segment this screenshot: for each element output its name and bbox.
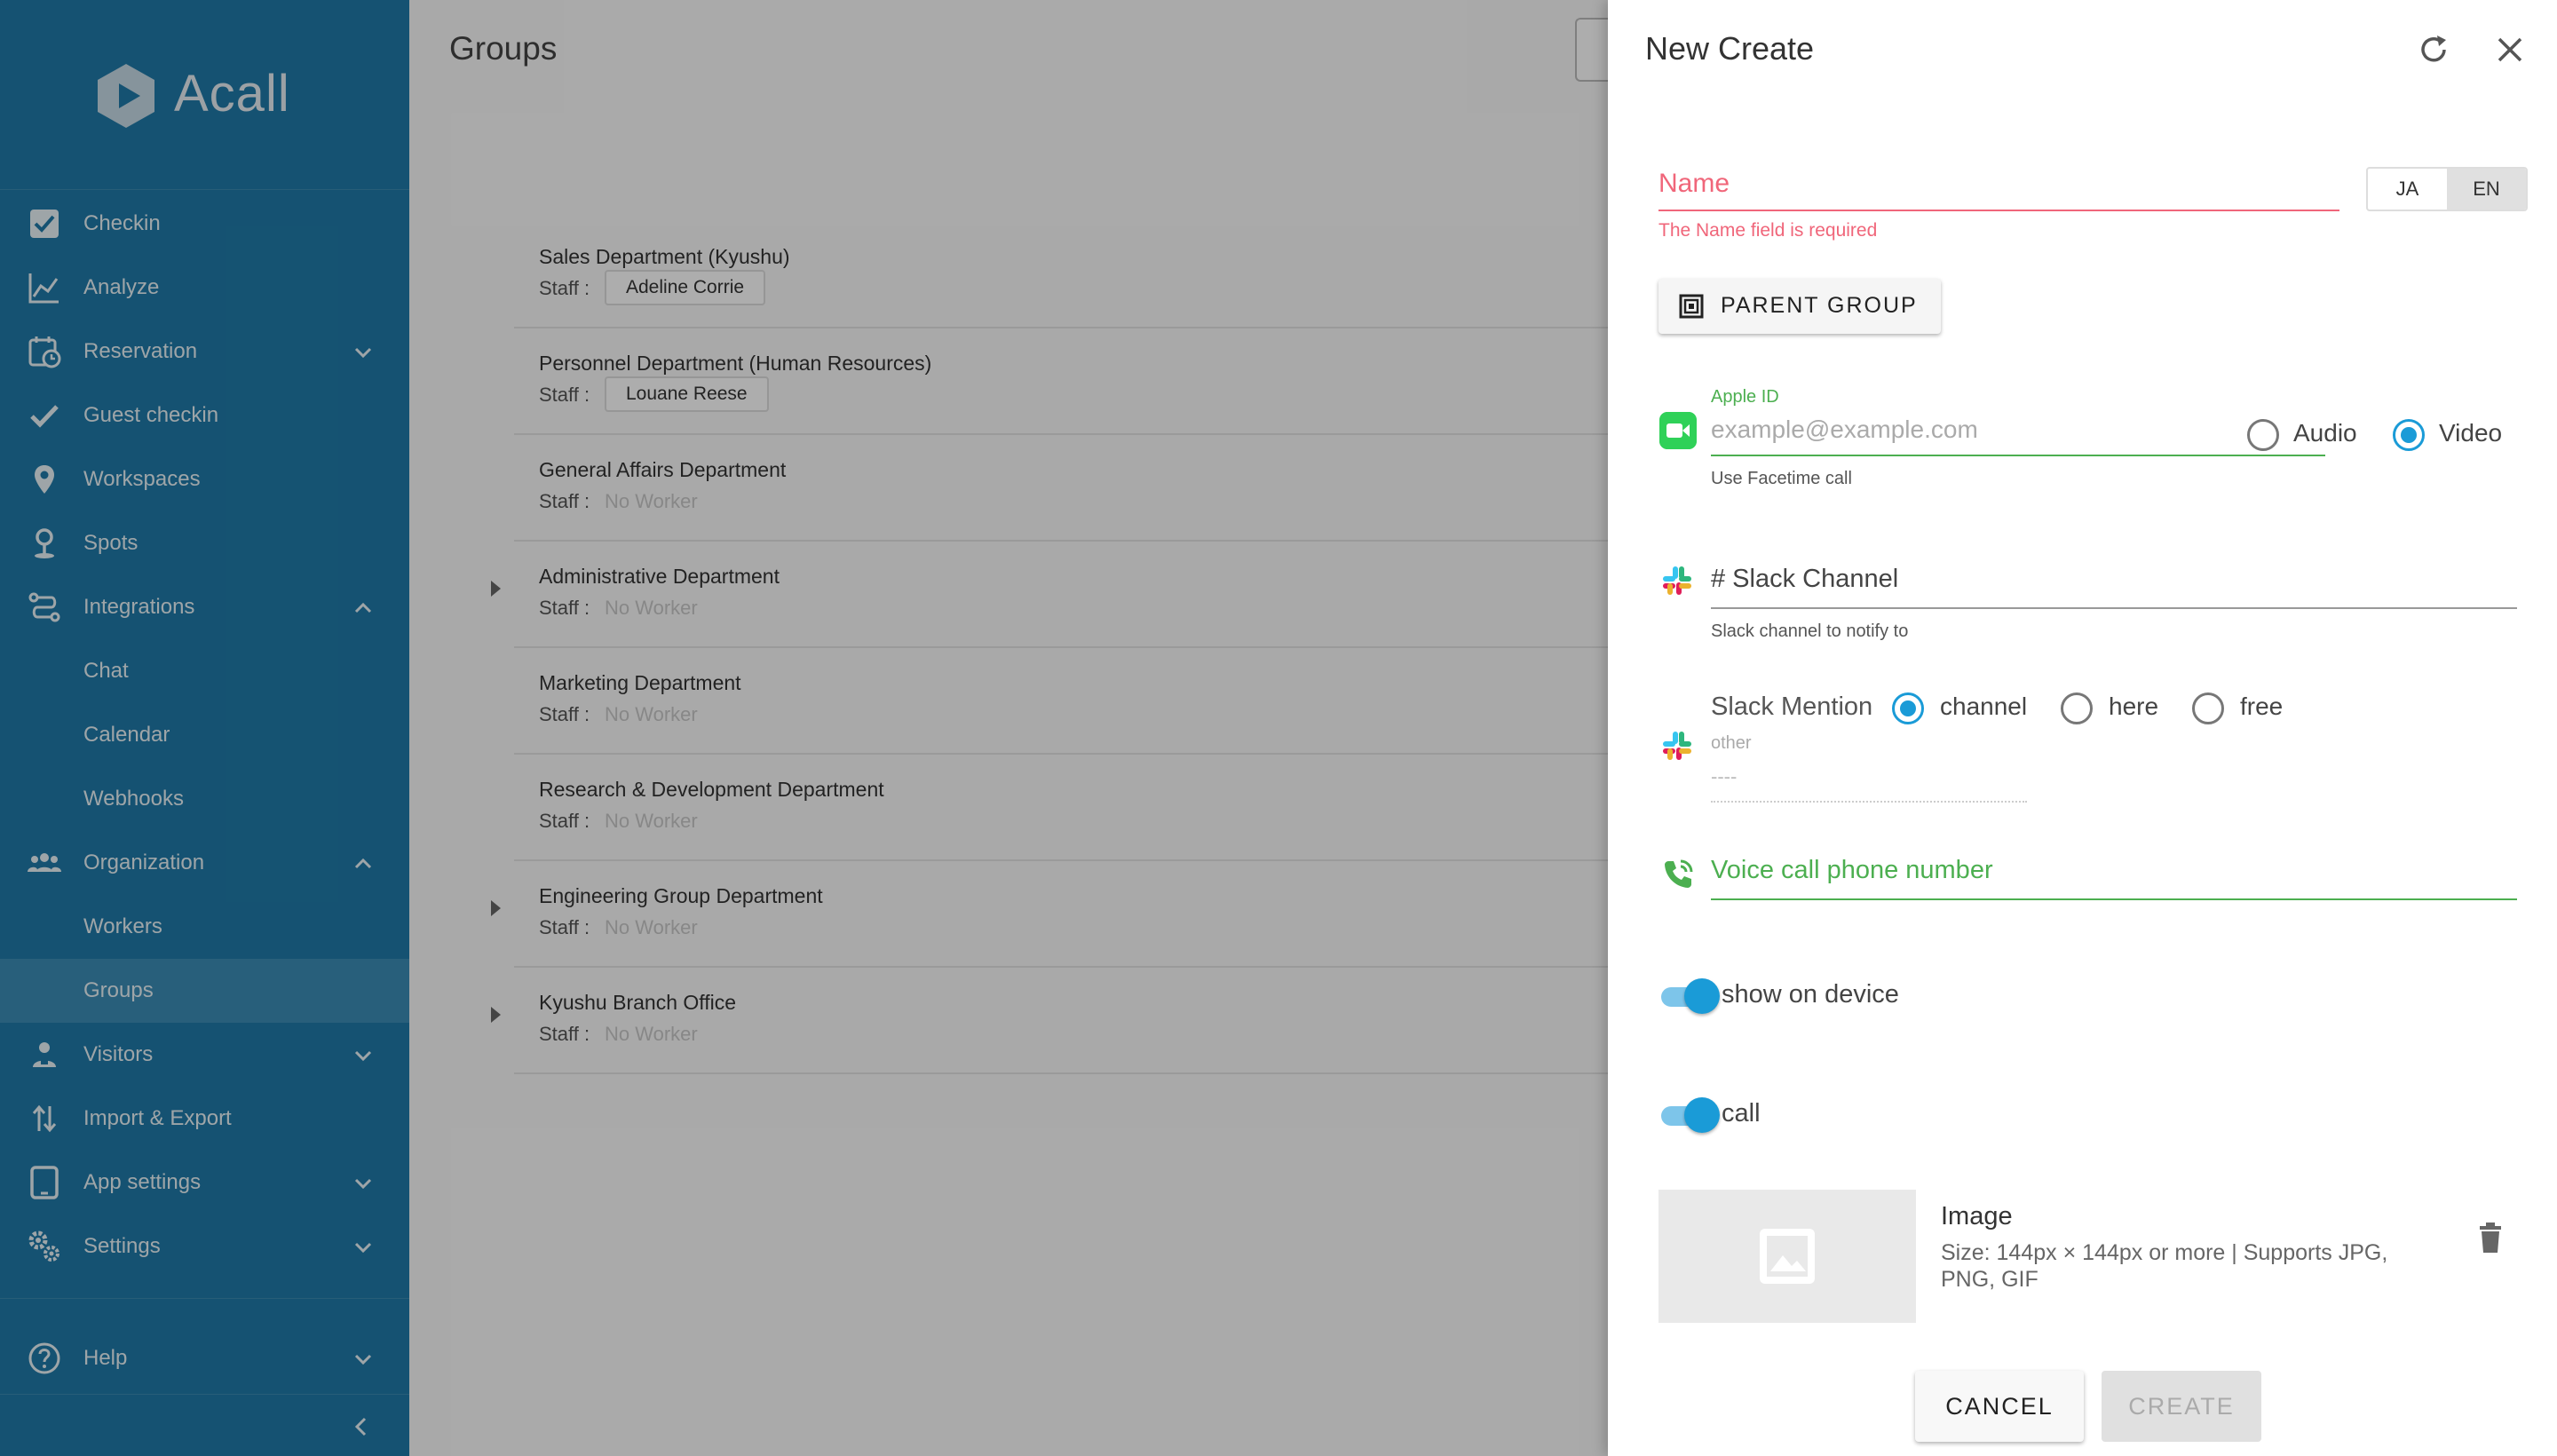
voice-phone-label: Voice call phone number (1711, 856, 1993, 884)
parent-group-label: PARENT GROUP (1721, 293, 1918, 318)
modal-backdrop[interactable] (0, 0, 1608, 1456)
image-placeholder-icon (1760, 1229, 1815, 1284)
show-on-device-label: show on device (1722, 980, 1899, 1009)
lang-option-ja[interactable]: JA (2368, 169, 2447, 210)
mention-channel-label[interactable]: channel (1940, 692, 2027, 721)
mention-free-label[interactable]: free (2240, 692, 2283, 721)
video-radio-label[interactable]: Video (2439, 419, 2502, 447)
mention-other-label: other (1711, 733, 1752, 753)
audio-radio-label[interactable]: Audio (2293, 419, 2357, 447)
parent-group-button[interactable]: PARENT GROUP (1658, 279, 1941, 334)
name-label: Name (1658, 169, 1730, 198)
mention-other-field[interactable]: ---- (1711, 765, 2027, 803)
lang-option-en[interactable]: EN (2447, 169, 2526, 210)
mention-here-radio[interactable] (2061, 692, 2093, 724)
slack-channel-input[interactable]: # Slack Channel (1711, 565, 1898, 594)
slack-icon (1663, 566, 1691, 595)
mention-channel-radio[interactable] (1892, 692, 1924, 724)
drawer-title: New Create (1645, 30, 1815, 67)
mention-other-value: ---- (1711, 765, 1738, 787)
apple-id-label: Apple ID (1711, 387, 1779, 407)
apple-id-input[interactable] (1711, 415, 2323, 444)
new-create-drawer: New Create Name The Name field is requir… (1608, 0, 2557, 1456)
switch-thumb (1684, 1097, 1720, 1133)
group-select-icon (1679, 294, 1704, 319)
apple-id-field (1711, 412, 2325, 456)
slack-channel-hint: Slack channel to notify to (1711, 621, 1909, 641)
image-description: Size: 144px × 144px or more | Supports J… (1941, 1240, 2388, 1292)
facetime-icon (1659, 412, 1697, 449)
slack-mention-label: Slack Mention (1711, 692, 1873, 721)
language-toggle: JA EN (2366, 167, 2528, 211)
refresh-icon[interactable] (2416, 32, 2451, 67)
name-field[interactable]: Name (1658, 165, 2339, 211)
slack-icon (1663, 732, 1691, 760)
image-title: Image (1941, 1202, 2013, 1230)
video-radio[interactable] (2393, 419, 2425, 451)
mention-free-radio[interactable] (2192, 692, 2224, 724)
audio-radio[interactable] (2247, 419, 2279, 451)
image-upload-area[interactable] (1658, 1190, 1916, 1323)
trash-icon[interactable] (2476, 1222, 2505, 1254)
close-icon[interactable] (2494, 34, 2526, 66)
name-error-text: The Name field is required (1658, 220, 1878, 241)
apple-id-hint: Use Facetime call (1711, 469, 1852, 488)
create-button[interactable]: CREATE (2102, 1371, 2261, 1442)
show-on-device-switch[interactable] (1658, 978, 1722, 1014)
voice-phone-field[interactable]: Voice call phone number (1711, 852, 2517, 900)
call-switch[interactable] (1658, 1097, 1722, 1133)
slack-channel-field[interactable]: # Slack Channel (1711, 563, 2517, 609)
cancel-button[interactable]: CANCEL (1915, 1371, 2084, 1442)
call-label: call (1722, 1099, 1761, 1128)
switch-thumb (1684, 978, 1720, 1014)
mention-here-label[interactable]: here (2109, 692, 2158, 721)
phone-call-icon (1665, 859, 1693, 888)
